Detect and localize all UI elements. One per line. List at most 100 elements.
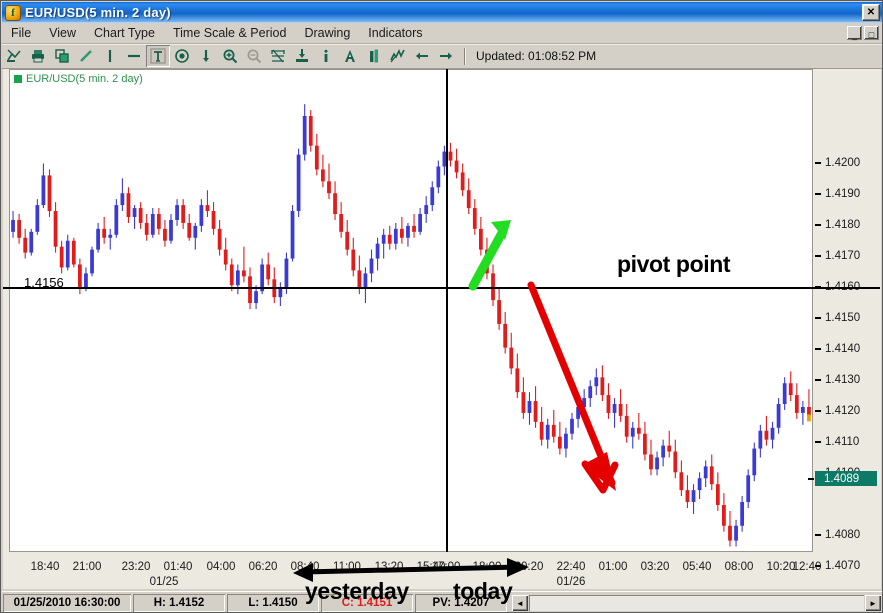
price-tick-label: 1.4150 — [825, 312, 861, 324]
document-controls: _ □ — [847, 26, 879, 40]
scroll-left-icon[interactable]: ◄ — [512, 595, 528, 611]
price-axis: 1.4200 1.4190 1.4180 1.4170 1.4160 1.415… — [808, 69, 881, 603]
time-tick-label: 06:20 — [248, 561, 278, 573]
price-tick: 1.4080 — [815, 529, 881, 541]
tick-dash — [815, 441, 821, 443]
status-bar: 01/25/2010 16:30:00 H: 1.4152 L: 1.4150 … — [2, 591, 882, 612]
time-tick-label: 04:00 — [206, 561, 236, 573]
price-tick-label: 1.4070 — [825, 560, 861, 572]
new-chart-tool[interactable] — [2, 45, 26, 67]
current-price-value: 1.4089 — [824, 472, 860, 485]
print-tool[interactable] — [26, 45, 50, 67]
price-tick: 1.4150 — [815, 312, 881, 324]
menu-file[interactable]: File — [2, 25, 40, 41]
maximize-icon[interactable]: □ — [864, 26, 879, 40]
price-tick-label: 1.4200 — [825, 157, 861, 169]
updated-label: Updated: 01:08:52 PM — [476, 49, 597, 63]
price-tick: 1.4140 — [815, 343, 881, 355]
time-tick-label: 01:00 — [598, 561, 628, 573]
horizontal-line-tool[interactable] — [122, 45, 146, 67]
pivot-line — [3, 287, 880, 289]
forward-arrow-icon[interactable] — [434, 45, 458, 67]
price-tick-label: 1.4120 — [825, 405, 861, 417]
scrollbar-track[interactable] — [529, 595, 864, 611]
back-arrow-icon[interactable] — [410, 45, 434, 67]
time-tick-label: 08:00 — [724, 561, 754, 573]
time-tick-label: 21:00 — [72, 561, 102, 573]
menu-chart-type[interactable]: Chart Type — [85, 25, 164, 41]
current-price-tag: 1.4089 — [808, 471, 877, 486]
trendline-tool[interactable] — [74, 45, 98, 67]
price-tick-label: 1.4110 — [825, 436, 860, 448]
scroll-right-icon[interactable]: ► — [865, 595, 881, 611]
legend-swatch — [14, 75, 22, 83]
info-tool[interactable] — [314, 45, 338, 67]
menu-view[interactable]: View — [40, 25, 85, 41]
status-high: H: 1.4152 — [133, 594, 225, 612]
pivot-price-label: 1.4156 — [24, 275, 64, 290]
tick-dash — [815, 224, 821, 226]
vertical-line-tool[interactable] — [98, 45, 122, 67]
menu-time-scale-period[interactable]: Time Scale & Period — [164, 25, 295, 41]
zoom-in-tool[interactable] — [218, 45, 242, 67]
price-tick: 1.4180 — [815, 219, 881, 231]
tick-dash — [815, 348, 821, 350]
price-tick: 1.4190 — [815, 188, 881, 200]
toolbar: Updated: 01:08:52 PM — [2, 44, 882, 69]
price-tick: 1.4130 — [815, 374, 881, 386]
annotation-yesterday: yesterday — [305, 578, 409, 604]
window-controls: ✕ — [862, 4, 880, 21]
zoom-out-tool[interactable] — [242, 45, 266, 67]
day-label: 01/25 — [149, 576, 179, 588]
forex-app-icon: f — [5, 4, 21, 21]
status-datetime: 01/25/2010 16:30:00 — [3, 594, 131, 612]
tick-dash — [815, 255, 821, 257]
day-label: 01/26 — [556, 576, 586, 588]
price-tick-label: 1.4190 — [825, 188, 861, 200]
price-tick-label: 1.4140 — [825, 343, 861, 355]
price-tick: 1.4110 — [815, 436, 881, 448]
time-tick-label: 22:40 — [556, 561, 586, 573]
save-tool[interactable] — [290, 45, 314, 67]
fibonacci-tool[interactable] — [266, 45, 290, 67]
chart-plot[interactable]: EUR/USD(5 min. 2 day) — [9, 69, 813, 552]
toolbar-separator — [464, 47, 465, 65]
horizontal-scrollbar[interactable]: ◄ ► — [512, 594, 881, 612]
price-tick-label: 1.4180 — [825, 219, 861, 231]
bar-chart-tool[interactable] — [362, 45, 386, 67]
time-tick-label: 12:40 — [792, 561, 822, 573]
price-tick: 1.4170 — [815, 250, 881, 262]
copy-tool[interactable] — [50, 45, 74, 67]
time-tick-label: 03:20 — [640, 561, 670, 573]
price-tick: 1.4070 — [815, 560, 881, 572]
legend-label: EUR/USD(5 min. 2 day) — [26, 73, 143, 85]
menu-bar: File View Chart Type Time Scale & Period… — [2, 23, 882, 44]
tick-dash — [815, 379, 821, 381]
tick-dash — [815, 534, 821, 536]
close-icon[interactable]: ✕ — [862, 4, 880, 21]
arrow-down-tool[interactable] — [194, 45, 218, 67]
line-chart-tool[interactable] — [386, 45, 410, 67]
menu-indicators[interactable]: Indicators — [359, 25, 431, 41]
time-tick-label: 01:40 — [163, 561, 193, 573]
candlestick-series — [11, 104, 811, 547]
point-marker-tool[interactable] — [170, 45, 194, 67]
time-tick-label: 05:40 — [682, 561, 712, 573]
tick-dash — [815, 410, 821, 412]
font-tool[interactable] — [338, 45, 362, 67]
title-bar: f EUR/USD(5 min. 2 day) ✕ — [2, 2, 882, 23]
price-tick-label: 1.4080 — [825, 529, 861, 541]
session-divider-line — [446, 69, 448, 552]
price-tick: 1.4120 — [815, 405, 881, 417]
text-tool[interactable] — [146, 45, 170, 67]
time-tick-label: 23:20 — [121, 561, 151, 573]
menu-drawing[interactable]: Drawing — [295, 25, 359, 41]
price-tick-label: 1.4130 — [825, 374, 861, 386]
tick-dash — [815, 162, 821, 164]
price-tick: 1.4200 — [815, 157, 881, 169]
annotation-today: today — [453, 578, 513, 604]
minimize-icon[interactable]: _ — [847, 26, 862, 40]
time-tick-label: 18:40 — [30, 561, 60, 573]
chart-area: EUR/USD(5 min. 2 day) 1.4156 pivot point… — [3, 69, 881, 604]
tick-dash — [815, 317, 821, 319]
